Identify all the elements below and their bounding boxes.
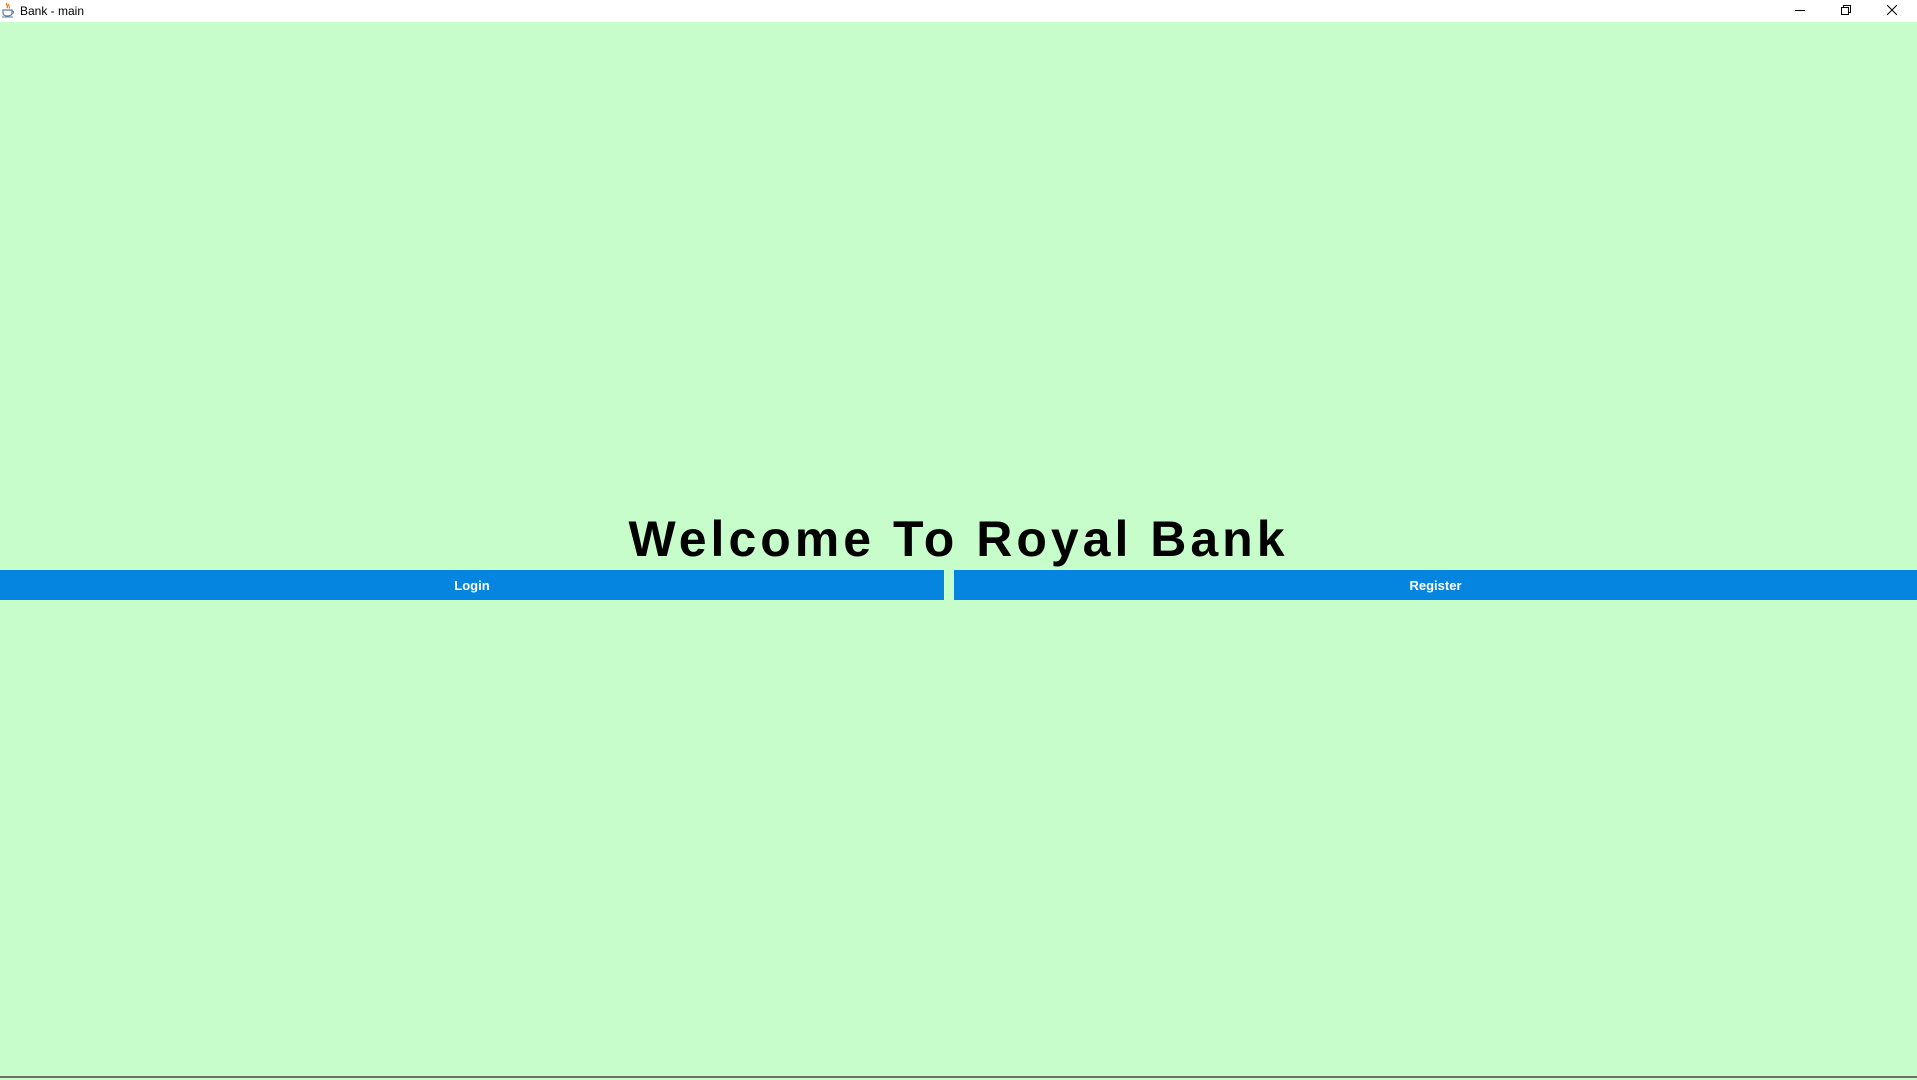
title-bar[interactable]: Bank - main	[0, 0, 1917, 22]
java-cup-icon[interactable]	[1, 2, 15, 18]
restore-icon	[1841, 5, 1851, 15]
minimize-icon	[1795, 5, 1805, 15]
register-button[interactable]: Register	[954, 570, 1917, 600]
app-window: Bank - main Welcome To Royal Bank Login …	[0, 0, 1917, 1080]
login-button[interactable]: Login	[0, 570, 944, 600]
window-title: Bank - main	[20, 4, 85, 18]
minimize-button[interactable]	[1777, 0, 1823, 20]
window-bottom-border	[0, 1076, 1917, 1080]
welcome-heading: Welcome To Royal Bank	[628, 511, 1289, 567]
close-icon	[1887, 5, 1897, 15]
close-button[interactable]	[1869, 0, 1915, 20]
restore-button[interactable]	[1823, 0, 1869, 20]
